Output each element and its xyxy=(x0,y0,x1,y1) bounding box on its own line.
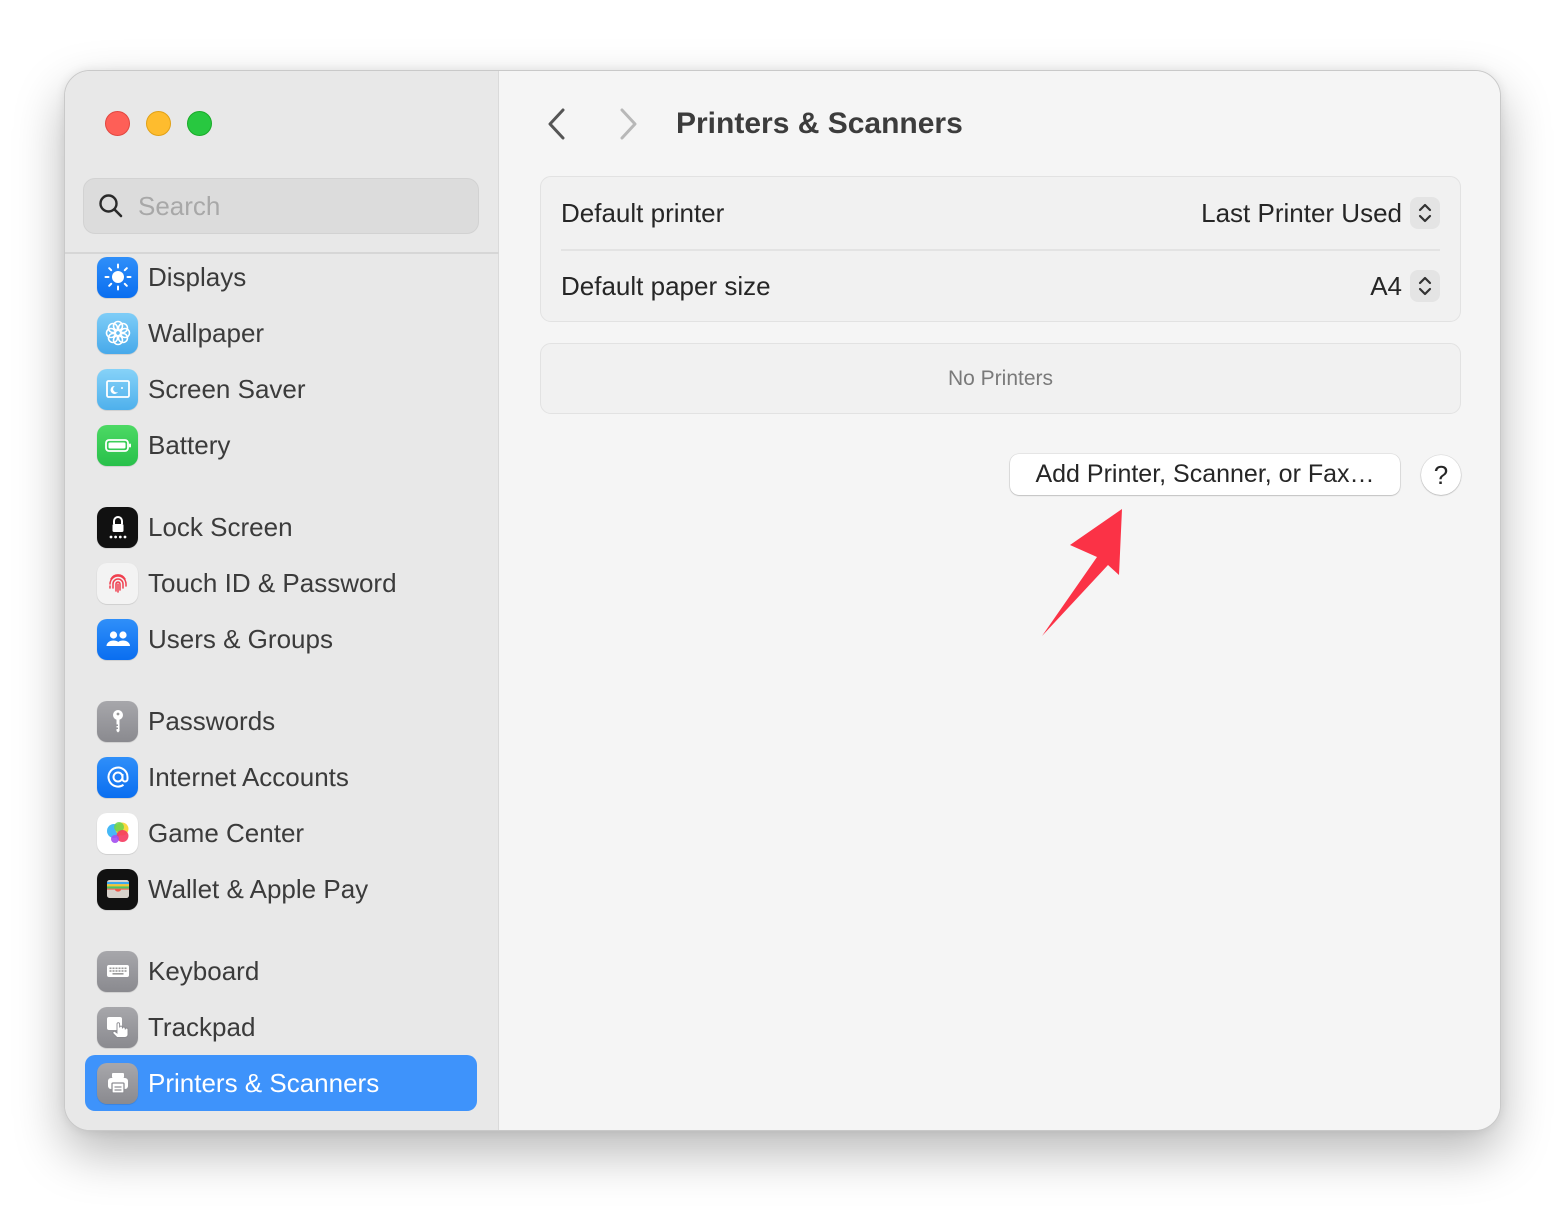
content-pane: Printers & Scanners Default printer Last… xyxy=(500,71,1500,1130)
sidebar-item-label: Lock Screen xyxy=(148,511,293,542)
default-paper-size-label: Default paper size xyxy=(561,270,771,301)
add-printer-button[interactable]: Add Printer, Scanner, or Fax… xyxy=(1010,454,1400,495)
sidebar-item-battery[interactable]: Battery xyxy=(85,417,477,473)
sidebar-item-label: Printers & Scanners xyxy=(148,1067,380,1098)
sidebar-item-wallpaper[interactable]: Wallpaper xyxy=(85,305,477,361)
default-settings-group: Default printer Last Printer Used Defaul… xyxy=(540,176,1461,322)
sidebar-item-displays[interactable]: Displays xyxy=(85,249,477,305)
sidebar-item-label: Displays xyxy=(148,261,247,292)
printers-list[interactable]: No Printers xyxy=(540,343,1461,414)
sidebar-item-screen-saver[interactable]: Screen Saver xyxy=(85,361,477,417)
flower-icon xyxy=(97,312,138,354)
game-center-icon xyxy=(97,812,138,854)
search-input[interactable] xyxy=(138,190,468,222)
default-paper-size-value: A4 xyxy=(1370,270,1402,301)
sidebar-item-label: Keyboard xyxy=(148,955,260,986)
up-down-chevron-icon xyxy=(1410,270,1440,302)
keyboard-icon xyxy=(97,950,138,992)
default-printer-popup[interactable]: Last Printer Used xyxy=(1201,197,1440,229)
fingerprint-icon xyxy=(97,562,138,604)
sidebar-item-game-center[interactable]: Game Center xyxy=(85,805,477,861)
toolbar: Printers & Scanners xyxy=(500,99,1500,149)
at-icon xyxy=(97,756,138,798)
sun-icon xyxy=(97,256,138,298)
chevron-right-icon xyxy=(620,108,637,140)
magnifying-glass-icon xyxy=(99,194,123,218)
sidebar-item-label: Screen Saver xyxy=(148,373,306,404)
sidebar: Displays Wallpaper xyxy=(65,71,499,1130)
sidebar-item-passwords[interactable]: Passwords xyxy=(85,693,477,749)
sidebar-item-label: Internet Accounts xyxy=(148,761,349,792)
forward-button[interactable] xyxy=(611,102,645,146)
default-paper-size-row: Default paper size A4 xyxy=(561,250,1440,322)
sidebar-item-label: Touch ID & Password xyxy=(148,567,397,598)
sidebar-item-label: Users & Groups xyxy=(148,623,333,654)
lock-icon xyxy=(97,506,138,548)
users-icon xyxy=(97,618,138,660)
sidebar-item-printers-scanners[interactable]: Printers & Scanners xyxy=(85,1055,477,1111)
search-field[interactable] xyxy=(83,178,479,234)
screen-moon-icon xyxy=(97,368,138,410)
sidebar-item-label: Battery xyxy=(148,429,231,460)
zoom-window-button[interactable] xyxy=(187,111,212,136)
sidebar-item-label: Wallpaper xyxy=(148,317,265,348)
minimize-window-button[interactable] xyxy=(146,111,171,136)
printer-icon xyxy=(97,1062,138,1104)
page-title: Printers & Scanners xyxy=(676,107,963,140)
sidebar-item-trackpad[interactable]: Trackpad xyxy=(85,999,477,1055)
sidebar-item-label: Game Center xyxy=(148,817,305,848)
sidebar-item-wallet-apple-pay[interactable]: Wallet & Apple Pay xyxy=(85,861,477,917)
sidebar-item-label: Wallet & Apple Pay xyxy=(148,873,369,904)
default-printer-label: Default printer xyxy=(561,197,725,228)
sidebar-item-lock-screen[interactable]: Lock Screen xyxy=(85,499,477,555)
back-button[interactable] xyxy=(540,102,574,146)
default-printer-row: Default printer Last Printer Used xyxy=(561,177,1440,249)
chevron-left-icon xyxy=(548,108,565,140)
battery-icon xyxy=(97,424,138,466)
key-icon xyxy=(97,700,138,742)
system-settings-window: Displays Wallpaper xyxy=(64,70,1501,1131)
sidebar-item-keyboard[interactable]: Keyboard xyxy=(85,943,477,999)
close-window-button[interactable] xyxy=(105,111,130,136)
sidebar-item-users-groups[interactable]: Users & Groups xyxy=(85,611,477,667)
sidebar-item-label: Trackpad xyxy=(148,1011,256,1042)
default-paper-size-popup[interactable]: A4 xyxy=(1370,270,1440,302)
trackpad-icon xyxy=(97,1006,138,1048)
sidebar-item-internet-accounts[interactable]: Internet Accounts xyxy=(85,749,477,805)
help-button[interactable]: ? xyxy=(1421,455,1461,495)
up-down-chevron-icon xyxy=(1410,197,1440,229)
wallet-icon xyxy=(97,868,138,910)
sidebar-item-touch-id-password[interactable]: Touch ID & Password xyxy=(85,555,477,611)
sidebar-item-label: Passwords xyxy=(148,705,276,736)
no-printers-text: No Printers xyxy=(947,366,1054,390)
default-printer-value: Last Printer Used xyxy=(1201,197,1402,228)
traffic-lights xyxy=(105,111,212,136)
